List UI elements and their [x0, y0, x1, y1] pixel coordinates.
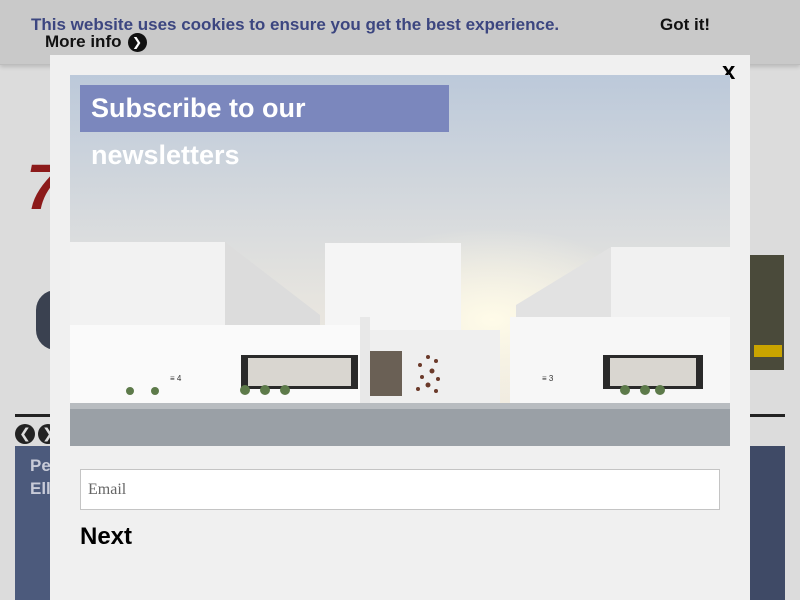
chevron-right-icon: ❯: [127, 32, 147, 52]
background-product-image-right: [750, 255, 784, 370]
carousel-prev-icon[interactable]: ❮: [15, 424, 35, 444]
background-article-card-right[interactable]: [750, 446, 785, 600]
next-button[interactable]: Next: [80, 523, 132, 551]
more-info-link[interactable]: More info ❯: [45, 32, 147, 52]
more-info-label: More info: [45, 32, 122, 51]
house-number-left: ≡ 4: [170, 374, 182, 383]
modal-title: Subscribe to our newsletters: [80, 85, 449, 170]
email-field[interactable]: [80, 469, 720, 510]
house-number-right: ≡ 3: [542, 374, 554, 383]
cookie-accept-button[interactable]: Got it!: [660, 15, 710, 35]
